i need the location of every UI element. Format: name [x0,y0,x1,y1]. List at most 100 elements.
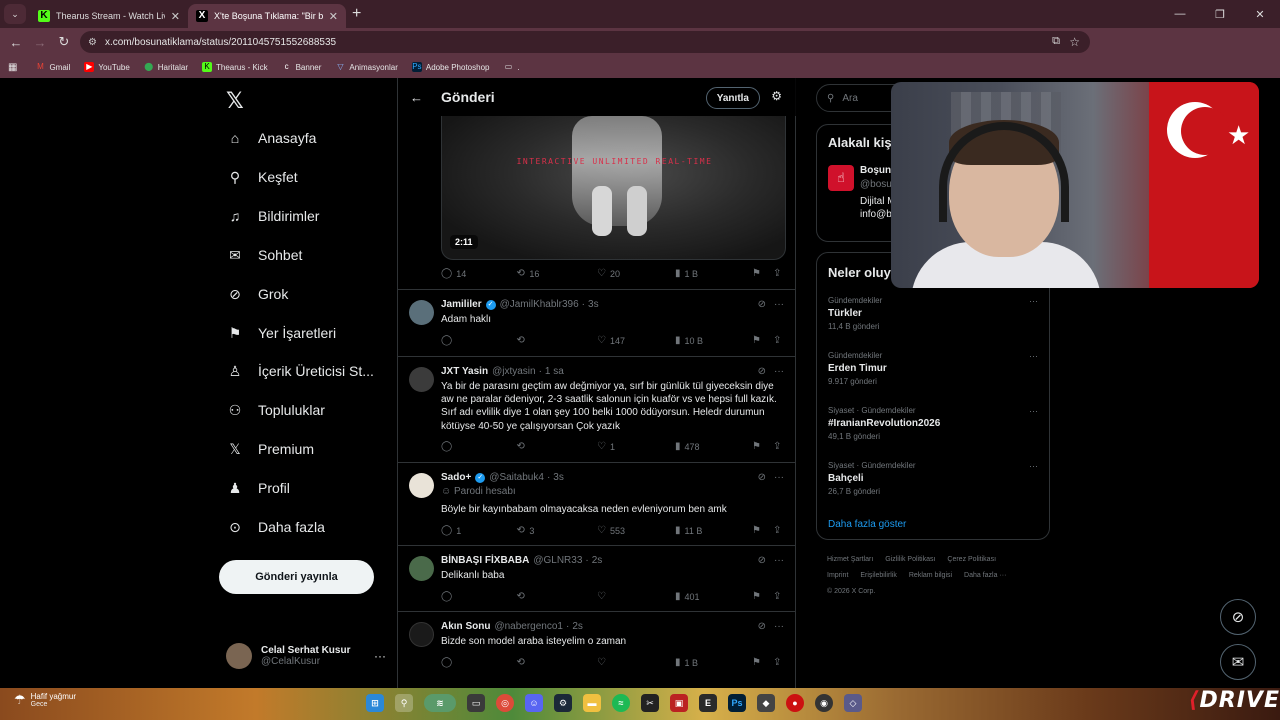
more-options-icon[interactable]: ··· [774,366,784,377]
nav-profile[interactable]: ♟ Profil [226,473,290,503]
author-name[interactable]: JXT Yasin [441,366,488,377]
bookmark-action[interactable]: ⚑ [753,268,765,279]
discord-icon[interactable]: ☺ [525,694,543,712]
bookmark-banner[interactable]: c Banner [282,62,322,72]
views-action[interactable]: ▮ 1 B [675,657,698,668]
author-name[interactable]: BİNBAŞI FİXBABA [441,555,529,566]
nav-bookmarks[interactable]: ⚑ Yer İşaretleri [226,318,336,348]
footer-link[interactable]: Çerez Politikası [947,556,996,563]
avatar[interactable] [409,556,434,581]
reply-tweet[interactable]: JXT Yasin @jxtyasin · 1 sa ⊘ ··· Ya bir … [398,356,796,462]
post-button[interactable]: Gönderi yayınla [219,560,374,594]
grok-icon[interactable]: ⊘ [758,555,766,566]
more-options-icon[interactable]: ··· [1029,351,1038,361]
tab-search-button[interactable]: ⌄ [4,4,26,24]
bookmark-action[interactable]: ⚑ [753,335,765,346]
grok-fab-button[interactable]: ⊘ [1220,599,1256,635]
nav-home[interactable]: ⌂ Anasayfa [226,123,317,153]
like-action[interactable]: ♡ [597,657,610,668]
more-options-icon[interactable]: ··· [374,649,386,663]
close-icon[interactable]: ✕ [171,10,180,23]
reply-action[interactable]: ◯ [441,335,456,346]
reply-action[interactable]: ◯ [441,657,456,668]
reply-tweet[interactable]: Sado+ ✓ @Saitabuk4 · 3s ⊘ ··· ☺ Parodi h… [398,462,796,545]
reload-icon[interactable]: ↻ [52,34,76,50]
nav-notifications[interactable]: ♫ Bildirimler [226,201,320,231]
task-view-icon[interactable]: ▭ [467,694,485,712]
minimize-icon[interactable]: — [1160,0,1200,28]
nav-grok[interactable]: ⊘ Grok [226,279,288,309]
footer-link[interactable]: Reklam bilgisi [909,572,952,579]
chrome-icon[interactable]: ◎ [496,694,514,712]
avatar[interactable] [409,473,434,498]
views-action[interactable]: ▮ 401 [675,591,700,602]
bookmark-action[interactable]: ⚑ [753,441,765,452]
record-icon[interactable]: ● [786,694,804,712]
filter-icon[interactable]: ⚙ [771,89,782,103]
views-action[interactable]: ▮ 478 [675,441,700,452]
reply-action[interactable]: ◯ [441,441,456,452]
grok-icon[interactable]: ⊘ [758,366,766,377]
search-icon[interactable]: ⚲ [395,694,413,712]
more-options-icon[interactable]: ··· [1029,296,1038,306]
bookmark-kick[interactable]: K Thearus - Kick [202,62,268,72]
author-name[interactable]: Akın Sonu [441,621,490,632]
nav-premium[interactable]: 𝕏 Premium [226,434,314,464]
share-action[interactable]: ⇪ [773,441,785,452]
footer-link[interactable]: Erişilebilirlik [860,572,897,579]
bookmark-maps[interactable]: ⬤ Haritalar [144,62,188,72]
back-arrow-icon[interactable]: ← [410,90,423,105]
reply-button[interactable]: Yanıtla [705,87,760,109]
repost-action[interactable]: ⟲ [517,657,529,668]
author-name[interactable]: Sado+ [441,472,471,483]
bookmark-gmail[interactable]: M Gmail [35,62,70,72]
more-options-icon[interactable]: ··· [1029,406,1038,416]
views-action[interactable]: ▮ 10 B [675,335,703,346]
share-action[interactable]: ⇪ [773,268,785,279]
weather-widget[interactable]: ☂ Hafif yağmur Gece [14,692,76,708]
footer-link[interactable]: Gizlilik Politikası [885,556,935,563]
account-switcher[interactable]: Celal Serhat Kusur @CelalKusur ··· [226,643,386,669]
more-options-icon[interactable]: ··· [774,555,784,566]
share-action[interactable]: ⇪ [773,335,785,346]
avatar[interactable] [409,367,434,392]
grok-icon[interactable]: ⊘ [758,621,766,632]
install-icon[interactable]: ⧉ [1052,35,1060,48]
repost-action[interactable]: ⟲ [517,441,529,452]
like-action[interactable]: ♡ 1 [597,441,615,452]
grok-icon[interactable]: ⊘ [758,299,766,310]
avatar[interactable]: ☝ [828,165,854,191]
footer-link[interactable]: Imprint [827,572,848,579]
views-action[interactable]: ▮ 11 B [675,525,702,536]
app-icon[interactable]: ◇ [844,694,862,712]
reply-tweet[interactable]: BİNBAŞI FİXBABA @GLNR33 · 2s ⊘ ··· Delik… [398,545,796,611]
epic-games-icon[interactable]: E [699,694,717,712]
reply-action[interactable]: ◯ [441,591,456,602]
trend-item[interactable]: Siyaset · Gündemdekiler #IranianRevoluti… [828,406,1038,441]
nav-communities[interactable]: ⚇ Topluluklar [226,395,325,425]
repost-action[interactable]: ⟲ 3 [517,525,534,536]
nav-more[interactable]: ⊙ Daha fazla [226,512,325,542]
bookmark-action[interactable]: ⚑ [753,657,765,668]
windows-start-icon[interactable]: ⊞ [366,694,384,712]
close-window-icon[interactable]: ✕ [1240,0,1280,28]
trend-item[interactable]: Gündemdekiler Erden Timur 9.917 gönderi … [828,351,1038,386]
nav-creator-studio[interactable]: ♙ İçerik Üreticisi St... [226,356,374,386]
x-logo-icon[interactable]: 𝕏 [226,88,244,114]
share-action[interactable]: ⇪ [773,525,785,536]
video-player[interactable]: INTERACTIVE UNLIMITED REAL-TIME 2:11 [441,116,786,260]
show-more-link[interactable]: Daha fazla göster [828,519,906,530]
like-action[interactable]: ♡ 147 [597,335,625,346]
bookmark-animations[interactable]: ▽ Animasyonlar [335,62,398,72]
trend-item[interactable]: Siyaset · Gündemdekiler Bahçeli 26,7 B g… [828,461,1038,496]
more-options-icon[interactable]: ··· [1029,461,1038,471]
capcut-icon[interactable]: ✂ [641,694,659,712]
repost-action[interactable]: ⟲ [517,335,529,346]
back-icon[interactable]: ← [4,35,28,50]
messages-fab-button[interactable]: ✉ [1220,644,1256,680]
repost-action[interactable]: ⟲ [517,591,529,602]
reply-action[interactable]: ◯ 1 [441,525,461,536]
grok-icon[interactable]: ⊘ [758,472,766,483]
tab-kick[interactable]: K Thearus Stream - Watch Live on Kick ✕ [30,4,188,28]
app-icon[interactable]: ◆ [757,694,775,712]
